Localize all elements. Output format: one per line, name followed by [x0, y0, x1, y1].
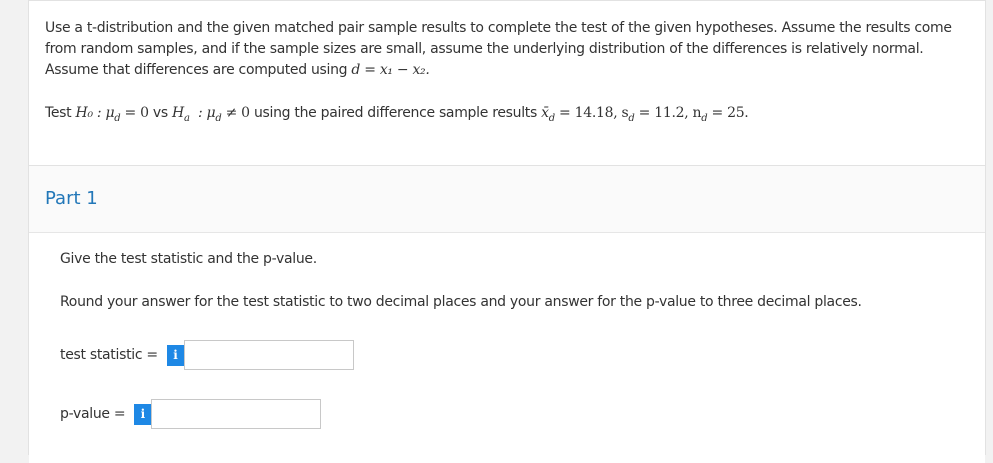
question-line-3: Assume that differences are computed usi…	[45, 60, 965, 81]
using-text: using the paired difference sample resul…	[253, 105, 542, 121]
vs-label: vs	[152, 105, 173, 121]
sample-size-value: = 25.	[711, 105, 749, 121]
test-label: Test	[45, 105, 76, 121]
question-line-3-text: Assume that differences are computed usi…	[45, 62, 352, 78]
hypotheses-line: Test H₀ : μd = 0 vs Ha : μd ≠ 0 using th…	[45, 105, 749, 124]
null-hypothesis: H₀ : μ	[75, 105, 115, 121]
part-title: Part 1	[45, 188, 98, 209]
test-statistic-row: test statistic = i	[60, 340, 354, 370]
p-value-input[interactable]	[151, 399, 322, 429]
part-body: Give the test statistic and the p-value.…	[29, 232, 985, 463]
question-line-1: Use a t-distribution and the given match…	[45, 20, 952, 36]
part-1-card: Part 1 Give the test statistic and the p…	[28, 165, 986, 463]
null-hypothesis-value: = 0	[124, 105, 150, 121]
question-card: Use a t-distribution and the given match…	[28, 0, 986, 170]
question-line-2: from random samples, and if the sample s…	[45, 41, 924, 57]
p-value-row: p-value = i	[60, 399, 322, 429]
question-text: Use a t-distribution and the given match…	[45, 18, 965, 81]
test-statistic-label: test statistic =	[60, 347, 158, 363]
difference-formula: d = x₁ − x₂.	[351, 62, 430, 78]
p-value-label: p-value =	[60, 406, 126, 422]
sample-mean: x̄	[541, 105, 549, 121]
alt-hypothesis-value: ≠ 0	[225, 105, 251, 121]
info-icon[interactable]: i	[166, 344, 184, 366]
test-statistic-input[interactable]	[183, 340, 354, 370]
sample-sd-value: = 11.2, n	[638, 105, 702, 121]
rounding-text: Round your answer for the test statistic…	[60, 294, 862, 310]
info-icon[interactable]: i	[134, 403, 152, 425]
alt-hypothesis: H	[172, 105, 184, 121]
sample-mean-value: = 14.18, s	[559, 105, 629, 121]
instruction-text: Give the test statistic and the p-value.	[60, 251, 317, 267]
